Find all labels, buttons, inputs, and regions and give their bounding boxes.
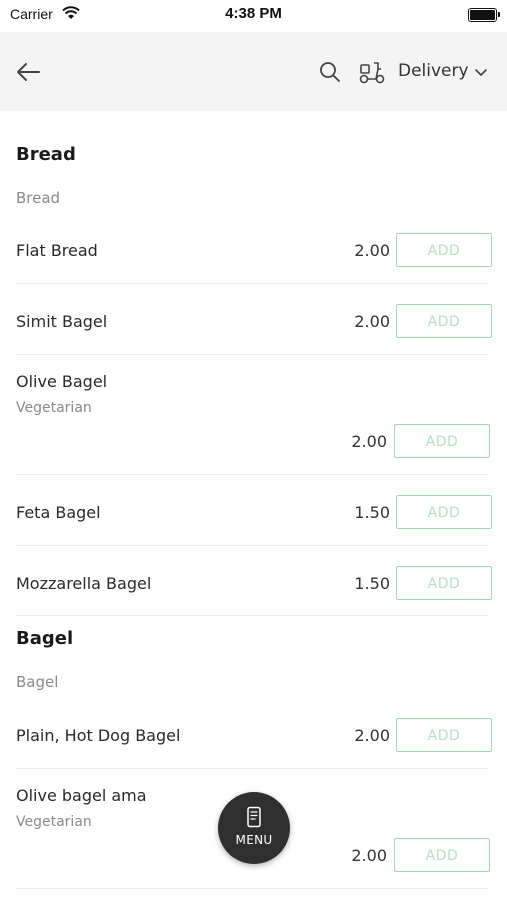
back-arrow-icon[interactable] [14, 58, 42, 86]
battery-icon [468, 8, 500, 22]
add-button[interactable]: ADD [394, 838, 490, 872]
menu-fab-label: MENU [235, 833, 273, 847]
divider [16, 545, 489, 546]
item-name: Simit Bagel [16, 312, 108, 331]
chevron-down-icon[interactable] [474, 67, 488, 79]
section-subtitle: Bagel [16, 673, 59, 691]
item-price: 2.00 [351, 432, 387, 451]
search-icon[interactable] [318, 60, 342, 84]
section-subtitle: Bread [16, 189, 61, 207]
scooter-delivery-icon[interactable] [358, 59, 386, 85]
add-button[interactable]: ADD [396, 566, 492, 600]
divider [16, 283, 489, 284]
item-price: 2.00 [354, 241, 390, 260]
menu-fab-button[interactable]: MENU [218, 792, 290, 864]
item-name: Olive bagel ama [16, 786, 147, 805]
add-button[interactable]: ADD [394, 424, 490, 458]
item-dietary-tag: Vegetarian [16, 400, 92, 416]
divider [16, 354, 489, 355]
add-button[interactable]: ADD [396, 718, 492, 752]
add-button[interactable]: ADD [396, 304, 492, 338]
section-title: Bread [16, 144, 76, 165]
status-bar: Carrier 4:38 PM [0, 0, 507, 30]
divider [16, 768, 489, 769]
menu-book-icon [247, 806, 261, 828]
clock: 4:38 PM [225, 5, 282, 22]
divider [16, 474, 489, 475]
divider [16, 615, 489, 616]
item-name: Feta Bagel [16, 503, 101, 522]
add-button[interactable]: ADD [396, 495, 492, 529]
item-name: Flat Bread [16, 241, 98, 260]
top-app-bar: Delivery [0, 32, 507, 111]
item-price: 2.00 [354, 312, 390, 331]
item-price: 1.50 [354, 503, 390, 522]
item-dietary-tag: Vegetarian [16, 814, 92, 830]
item-name: Plain, Hot Dog Bagel [16, 726, 181, 745]
item-name: Mozzarella Bagel [16, 574, 152, 593]
item-price: 2.00 [354, 726, 390, 745]
section-title: Bagel [16, 628, 74, 649]
item-name: Olive Bagel [16, 372, 108, 391]
add-button[interactable]: ADD [396, 233, 492, 267]
divider [16, 888, 489, 889]
item-price: 2.00 [351, 846, 387, 865]
item-price: 1.50 [354, 574, 390, 593]
order-mode-dropdown[interactable]: Delivery [398, 61, 469, 81]
